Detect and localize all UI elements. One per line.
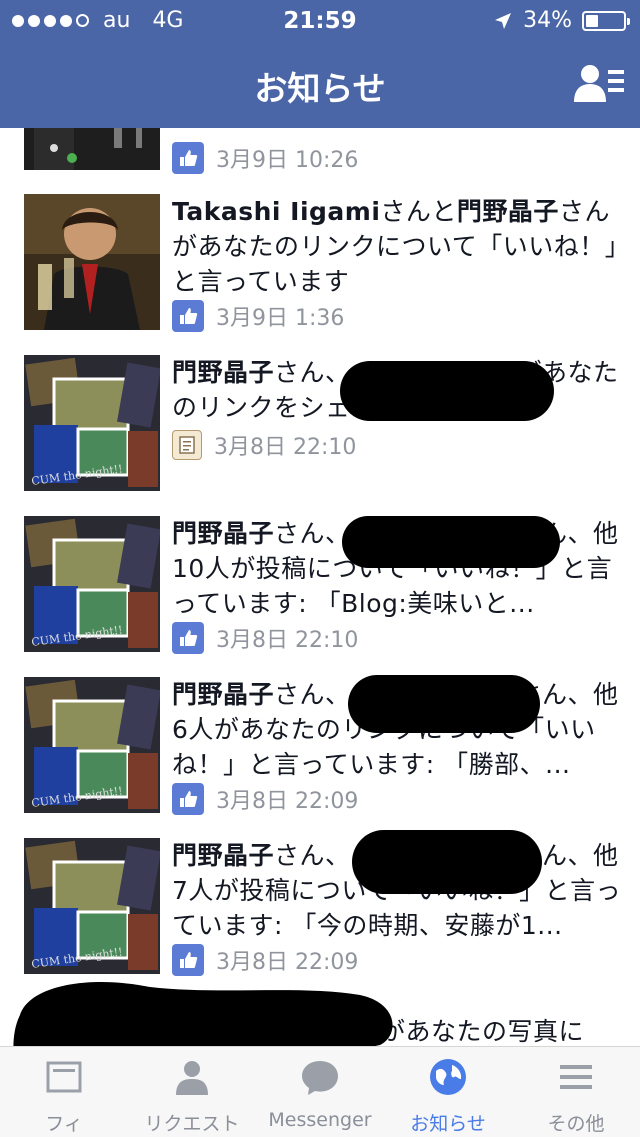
like-icon bbox=[172, 622, 204, 654]
notification-thumbnail: CUM the night!! bbox=[24, 677, 160, 813]
notification-meta: 3月9日 1:36 bbox=[172, 300, 344, 332]
like-icon bbox=[172, 944, 204, 976]
tab-friend-requests[interactable]: リクエスト bbox=[128, 1047, 256, 1137]
tab-label: お知らせ bbox=[410, 1113, 486, 1135]
notification-meta: 3月8日 22:09 bbox=[172, 944, 358, 976]
status-right: 34% bbox=[493, 8, 630, 33]
notification-item[interactable]: CUM the night!! 門野晶子さん、 があなたのリンクをシェアしました… bbox=[0, 355, 640, 505]
notification-meta: 3月9日 10:26 bbox=[172, 142, 358, 174]
notification-time: 3月8日 22:09 bbox=[216, 789, 359, 814]
tab-label: その他 bbox=[547, 1113, 605, 1135]
redaction-mark bbox=[342, 516, 560, 568]
tab-more[interactable]: その他 bbox=[512, 1047, 640, 1137]
notification-time: 3月9日 1:36 bbox=[216, 306, 345, 331]
notification-item[interactable]: CUM the night!! 門野晶子さん、 さん、他10人が投稿について「い… bbox=[0, 516, 640, 666]
notification-thumbnail bbox=[24, 128, 160, 170]
notification-time: 3月8日 22:10 bbox=[216, 628, 359, 653]
notification-meta: 3月8日 22:10 bbox=[172, 429, 356, 461]
notification-item[interactable]: CUM the night!! 門野晶子さん、 さん、他7人が投稿について「いい… bbox=[0, 830, 640, 988]
notification-text: Takashi Iigamiさんと門野晶子さんがあなたのリンクについて「いいね！… bbox=[172, 197, 618, 296]
like-icon bbox=[172, 783, 204, 815]
redaction-mark bbox=[348, 675, 540, 733]
notification-thumbnail: CUM the night!! bbox=[24, 838, 160, 974]
notification-time: 3月8日 22:09 bbox=[216, 950, 359, 975]
redaction-mark bbox=[340, 361, 554, 421]
like-icon bbox=[172, 300, 204, 332]
tab-label: フィ bbox=[45, 1113, 83, 1135]
notification-meta: 3月8日 22:10 bbox=[172, 622, 358, 654]
top-header: au 4G 21:59 34% お知らせ bbox=[0, 0, 640, 128]
globe-icon bbox=[430, 1059, 466, 1095]
notification-thumbnail: CUM the night!! bbox=[24, 516, 160, 652]
page-title: お知らせ bbox=[254, 69, 386, 108]
status-bar: au 4G 21:59 34% bbox=[0, 0, 640, 40]
notification-thumbnail bbox=[24, 194, 160, 330]
share-icon bbox=[172, 430, 202, 460]
redaction-mark bbox=[352, 830, 542, 894]
location-arrow-icon bbox=[495, 12, 512, 29]
notification-meta: 3月8日 22:09 bbox=[172, 783, 358, 815]
notification-text: があなたの写真に bbox=[380, 1017, 585, 1046]
notification-item[interactable]: CUM the night!! 門野晶子さん、 さん、他6人があなたのリンクにつ… bbox=[0, 675, 640, 827]
tab-messenger[interactable]: Messenger bbox=[256, 1047, 384, 1137]
tab-label: リクエスト bbox=[144, 1113, 240, 1135]
battery-icon bbox=[582, 10, 630, 31]
friend-requests-icon[interactable] bbox=[574, 64, 626, 104]
like-icon bbox=[172, 142, 204, 174]
news-feed-icon bbox=[46, 1061, 82, 1093]
tab-label: Messenger bbox=[268, 1109, 372, 1131]
tab-notifications[interactable]: お知らせ bbox=[384, 1047, 512, 1137]
notifications-list[interactable]: 」 3月9日 10:26 Takashi Iigamiさんと門野晶子さんがあな bbox=[0, 128, 640, 1046]
tab-bar: フィ リクエスト Messenger お知らせ その他 bbox=[0, 1046, 640, 1137]
notification-thumbnail: CUM the night!! bbox=[24, 355, 160, 491]
friend-requests-icon bbox=[176, 1061, 208, 1095]
tab-news-feed[interactable]: フィ bbox=[0, 1047, 128, 1137]
notification-time: 3月9日 10:26 bbox=[216, 148, 359, 173]
notification-item[interactable]: 」 3月9日 10:26 bbox=[0, 128, 640, 178]
menu-icon bbox=[560, 1065, 592, 1089]
messenger-icon bbox=[302, 1061, 338, 1095]
notification-item[interactable]: Takashi Iigamiさんと門野晶子さんがあなたのリンクについて「いいね！… bbox=[0, 194, 640, 344]
notification-time: 3月8日 22:10 bbox=[214, 435, 357, 460]
battery-percent: 34% bbox=[523, 8, 572, 33]
